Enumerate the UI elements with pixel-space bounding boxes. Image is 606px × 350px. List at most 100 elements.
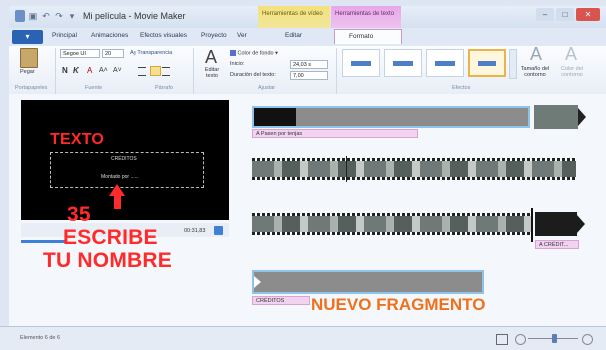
font-group-label: Fuente [85, 85, 103, 91]
fullscreen-icon[interactable] [214, 226, 223, 235]
effect-thumb-1[interactable] [342, 49, 380, 77]
caption-clip-1[interactable]: A Pasen por tenjas [252, 129, 418, 138]
effects-group-label: Efectos [452, 85, 471, 91]
timeline-thumb-end[interactable] [534, 105, 578, 129]
window-controls: – □ ✕ [536, 8, 600, 21]
video-tools-label: Herramientas de vídeo [262, 11, 323, 17]
video-preview: CRÉDITOS Montado por ...... [21, 100, 229, 220]
close-button[interactable]: ✕ [576, 8, 600, 21]
timeline-clip-1[interactable] [252, 106, 530, 128]
bg-color-icon [230, 50, 236, 56]
tab-formato[interactable]: Formato [334, 29, 402, 44]
tab-editar[interactable]: Editar [285, 32, 302, 39]
effects-scroll[interactable] [509, 49, 517, 79]
align-right-icon[interactable] [162, 67, 170, 76]
text-tools-label: Herramientas de texto [335, 11, 395, 17]
timeline-film-row-2[interactable] [252, 158, 576, 180]
tab-principal[interactable]: Principal [52, 32, 77, 39]
maximize-button[interactable]: □ [556, 8, 574, 21]
annotation-number: 35 [67, 203, 91, 226]
save-icon[interactable]: ▣ [28, 10, 38, 22]
align-left-icon[interactable] [138, 67, 146, 76]
clipboard-group-label: Portapapeles [15, 85, 48, 91]
outline-size-icon[interactable]: A [530, 44, 542, 65]
font-color-button[interactable]: A [87, 66, 92, 75]
clip-start-marker [254, 276, 261, 288]
annotation-line1: ESCRIBE [63, 226, 158, 249]
italic-button[interactable]: K [73, 66, 79, 75]
transparency-button[interactable]: Aᵦ Transparencia [130, 50, 172, 56]
minimize-button[interactable]: – [536, 8, 554, 21]
group-separator [55, 48, 56, 94]
font-size-select[interactable]: 20 [102, 49, 124, 58]
zoom-in-icon[interactable] [582, 334, 593, 345]
storyboard-view-icon[interactable] [496, 334, 508, 345]
tab-ver[interactable]: Ver [237, 32, 247, 39]
zoom-slider-thumb[interactable] [552, 334, 557, 343]
film-perforation [252, 232, 532, 235]
file-menu-button[interactable]: ▾ [12, 30, 43, 44]
film-perforation [252, 158, 576, 161]
annotation-line2: TU NOMBRE [43, 249, 172, 272]
shrink-font-button[interactable]: A˅ [113, 67, 122, 74]
start-time-label: Inicio: [230, 61, 245, 67]
timeline-film-row-3[interactable] [252, 213, 532, 235]
caption-clip-2[interactable]: A CRÉDIT... [535, 240, 579, 249]
transparency-label: Transparencia [137, 50, 173, 56]
zoom-out-icon[interactable] [515, 334, 526, 345]
bold-button[interactable]: N [62, 66, 68, 75]
clip-divider [346, 156, 347, 182]
film-perforation [252, 213, 532, 216]
effect-thumb-2[interactable] [384, 49, 422, 77]
adjust-group-label: Ajustar [258, 85, 276, 91]
arrow-shaft [114, 195, 121, 209]
seek-progress[interactable] [21, 240, 66, 243]
duration-input[interactable]: 7,00 [290, 71, 328, 80]
qat-dropdown-icon[interactable]: ▾ [67, 10, 77, 22]
black-segment [254, 108, 296, 126]
effect-thumb-3[interactable] [426, 49, 464, 77]
paste-label[interactable]: Pegar [20, 69, 35, 75]
status-bar: Elemento 6 de 6 [0, 326, 606, 350]
effect-thumb-selected[interactable] [468, 49, 506, 77]
new-fragment-clip[interactable] [252, 270, 484, 294]
paragraph-group-label: Párrafo [155, 85, 174, 91]
tab-animaciones[interactable]: Animaciones [91, 32, 128, 39]
group-separator [193, 48, 194, 94]
group-separator [336, 48, 337, 94]
playback-time: 00:31,83 [184, 228, 206, 234]
caption-1-text: Pasen por tenjas [260, 131, 303, 137]
background-color-button[interactable]: Color de fondo ▾ [230, 50, 278, 56]
clip-end-marker [578, 108, 586, 126]
outline-color-icon[interactable]: A [565, 44, 577, 65]
align-center-icon[interactable] [150, 66, 161, 76]
preview-edited-text[interactable]: Montado por ...... [101, 174, 139, 180]
quick-access-toolbar: ▣ ↶ ↷ ▾ [15, 10, 77, 22]
outline-color-label[interactable]: Color del contorno [555, 66, 589, 78]
outline-size-label[interactable]: Tamaño del contorno [519, 66, 551, 78]
tab-proyecto[interactable]: Proyecto [201, 32, 227, 39]
font-family-select[interactable]: Segoe UI [60, 49, 100, 58]
preview-credits-text: CRÉDITOS [111, 156, 137, 162]
status-item-count: Elemento 6 de 6 [20, 335, 61, 341]
duration-label: Duración del texto: [230, 72, 276, 78]
window-title: Mi película - Movie Maker [83, 11, 186, 21]
caption-2-text: CRÉDIT... [543, 242, 569, 248]
annotation-nuevo-fragmento: NUEVO FRAGMENTO [311, 295, 486, 314]
start-time-input[interactable]: 24,03 s [290, 60, 328, 69]
tab-efectos-visuales[interactable]: Efectos visuales [140, 32, 187, 39]
bg-color-label: Color de fondo [237, 50, 274, 57]
edit-text-label[interactable]: Editar texto [203, 67, 221, 79]
grow-font-button[interactable]: A˄ [99, 67, 108, 74]
clip-end-marker [577, 215, 585, 233]
undo-icon[interactable]: ↶ [41, 10, 51, 22]
annotation-texto: TEXTO [50, 131, 105, 148]
app-icon[interactable] [15, 10, 25, 22]
credits-caption[interactable]: CRÉDITOS [252, 296, 310, 305]
redo-icon[interactable]: ↷ [54, 10, 64, 22]
edit-text-icon[interactable]: A [205, 47, 217, 68]
credits-black-clip[interactable] [535, 212, 577, 236]
paste-icon[interactable] [20, 48, 38, 68]
playhead[interactable] [531, 208, 533, 242]
film-perforation [252, 177, 576, 180]
